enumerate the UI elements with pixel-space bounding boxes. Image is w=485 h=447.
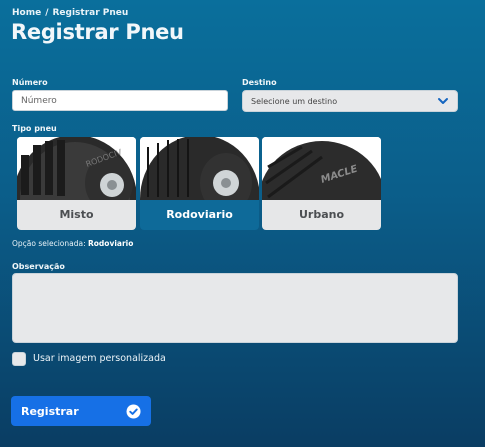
destino-select[interactable]: Selecione um destino <box>242 90 458 112</box>
breadcrumb-home-link[interactable]: Home <box>12 8 41 18</box>
tipo-pneu-label: Tipo pneu <box>12 124 57 133</box>
breadcrumb: Home / Registrar Pneu <box>12 8 128 18</box>
page-title: Registrar Pneu <box>11 20 184 44</box>
tire-option-misto[interactable]: RODOCIV Misto <box>17 137 136 230</box>
custom-image-label[interactable]: Usar imagem personalizada <box>33 353 166 364</box>
selected-option-value: Rodoviario <box>88 239 134 248</box>
check-circle-icon <box>126 403 141 419</box>
breadcrumb-current: Registrar Pneu <box>52 8 129 18</box>
numero-input[interactable]: Número <box>12 90 228 111</box>
breadcrumb-separator: / <box>45 8 49 18</box>
selected-option-text: Opção selecionada: Rodoviario <box>12 239 133 248</box>
tire-option-urbano-label: Urbano <box>298 208 345 221</box>
chevron-down-icon[interactable] <box>437 95 449 107</box>
tire-option-rodoviario[interactable]: Rodoviario <box>140 137 259 230</box>
tire-misto-icon: RODOCIV <box>17 137 136 200</box>
observacao-label: Observação <box>12 262 65 271</box>
numero-label: Número <box>12 78 48 87</box>
tire-option-misto-label: Misto <box>59 208 94 221</box>
observacao-textarea[interactable] <box>12 273 458 343</box>
destino-label: Destino <box>242 78 277 87</box>
tire-option-rodoviario-label: Rodoviario <box>166 208 233 221</box>
selected-option-prefix: Opção selecionada: <box>12 239 86 248</box>
destino-placeholder: Selecione um destino <box>251 96 338 106</box>
tire-option-urbano[interactable]: MACLE Urbano <box>262 137 381 230</box>
tire-urbano-icon: MACLE <box>262 137 381 200</box>
tire-rodoviario-icon <box>140 137 259 200</box>
custom-image-checkbox[interactable] <box>12 352 26 366</box>
registrar-button-label: Registrar <box>21 404 79 418</box>
registrar-button[interactable]: Registrar <box>11 396 151 426</box>
numero-placeholder: Número <box>21 95 57 106</box>
